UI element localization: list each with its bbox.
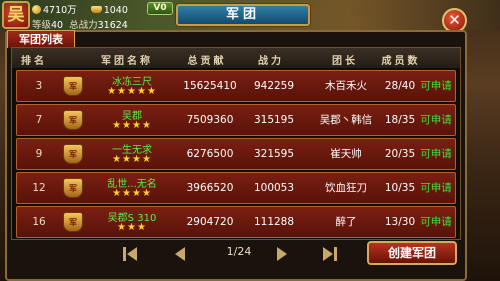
row-contribution: 15625410 — [183, 80, 237, 92]
apply-link[interactable]: 可申请 — [415, 173, 457, 203]
row-contribution: 3966520 — [186, 182, 234, 194]
row-rank: 9 — [35, 148, 43, 160]
row-rank: 16 — [32, 216, 46, 228]
apply-link[interactable]: 可申请 — [415, 105, 457, 135]
prev-page-icon — [175, 247, 185, 261]
player-hud: 吴 4710万 1040 等级40 总战力31624 — [0, 0, 150, 32]
row-stars: ★★★★ — [112, 188, 152, 199]
row-rank: 7 — [35, 114, 43, 126]
row-power: 942259 — [253, 80, 295, 92]
last-page-icon — [323, 247, 333, 261]
table-row[interactable]: 3 军 冰冻三尺 ★★★★★ 15625410 942259 木百禾火 28/4… — [16, 70, 456, 102]
col-rank: 排名 — [21, 56, 47, 67]
vip-badge[interactable]: V0 — [147, 2, 173, 15]
first-page-icon — [127, 247, 137, 261]
player-avatar[interactable]: 吴 — [2, 1, 30, 29]
row-stars: ★★★★★ — [107, 86, 157, 97]
create-legion-button[interactable]: 创建军团 — [367, 241, 457, 265]
table-row[interactable]: 7 军 吴郡 ★★★★ 7509360 315195 吴郡丶韩信 18/35 可… — [16, 104, 456, 136]
table-header: 排名 军团名称 总贡献 战力 团长 成员数 — [12, 48, 460, 68]
pagination: 1/24 创建军团 — [11, 240, 461, 268]
row-power: 315195 — [253, 114, 295, 126]
legion-emblem-icon: 军 — [63, 110, 83, 130]
close-icon: ✕ — [448, 11, 461, 29]
first-page-bar-icon — [123, 247, 126, 261]
row-leader: 饮血狂刀 — [325, 182, 367, 194]
window-title: 军团 — [176, 4, 310, 26]
stats-row: 等级40 总战力31624 — [32, 17, 134, 31]
legion-emblem-icon: 军 — [63, 178, 83, 198]
apply-link[interactable]: 可申请 — [415, 71, 457, 101]
page-indicator: 1/24 — [226, 245, 252, 258]
last-page-button[interactable] — [321, 245, 339, 263]
row-stars: ★★★ — [117, 222, 147, 233]
next-page-button[interactable] — [273, 245, 291, 263]
row-stars: ★★★★ — [112, 120, 152, 131]
row-contribution: 7509360 — [186, 114, 234, 126]
row-leader: 崔天帅 — [330, 148, 362, 160]
apply-link[interactable]: 可申请 — [415, 207, 457, 237]
row-power: 111288 — [253, 216, 295, 228]
legion-emblem-icon: 军 — [63, 212, 83, 232]
currency-row: 4710万 1040 — [32, 2, 134, 16]
prev-page-button[interactable] — [171, 245, 189, 263]
row-power: 321595 — [253, 148, 295, 160]
legion-emblem-icon: 军 — [63, 144, 83, 164]
row-leader: 木百禾火 — [325, 80, 367, 92]
ingot-amount: 1040 — [103, 5, 128, 16]
row-rank: 12 — [32, 182, 46, 194]
col-members: 成员数 — [381, 56, 421, 67]
row-leader: 醉了 — [335, 216, 357, 228]
table-row[interactable]: 9 军 一生无求 ★★★★ 6276500 321595 崔天帅 20/35 可… — [16, 138, 456, 170]
row-contribution: 6276500 — [186, 148, 234, 160]
next-page-icon — [277, 247, 287, 261]
tab-legion-list[interactable]: 军团列表 — [7, 30, 75, 48]
legion-emblem-icon: 军 — [63, 76, 83, 96]
gold-amount: 4710万 — [43, 5, 77, 16]
legion-list: 排名 军团名称 总贡献 战力 团长 成员数 3 军 冰冻三尺 ★★★★★ 156… — [11, 47, 461, 240]
row-power: 100053 — [253, 182, 295, 194]
col-name: 军团名称 — [101, 56, 153, 67]
col-contribution: 总贡献 — [187, 56, 227, 67]
row-leader: 吴郡丶韩信 — [319, 114, 373, 126]
last-page-bar-icon — [334, 247, 337, 261]
table-row[interactable]: 12 军 乱世...无名 ★★★★ 3966520 100053 饮血狂刀 10… — [16, 172, 456, 204]
row-rank: 3 — [35, 80, 43, 92]
gold-coin-icon — [32, 5, 41, 14]
first-page-button[interactable] — [121, 245, 139, 263]
row-stars: ★★★★ — [112, 154, 152, 165]
table-row[interactable]: 16 军 吴郡S 310 ★★★ 2904720 111288 醉了 13/30… — [16, 206, 456, 238]
row-contribution: 2904720 — [186, 216, 234, 228]
ingot-icon — [90, 6, 102, 13]
apply-link[interactable]: 可申请 — [415, 139, 457, 169]
col-power: 战力 — [258, 56, 284, 67]
